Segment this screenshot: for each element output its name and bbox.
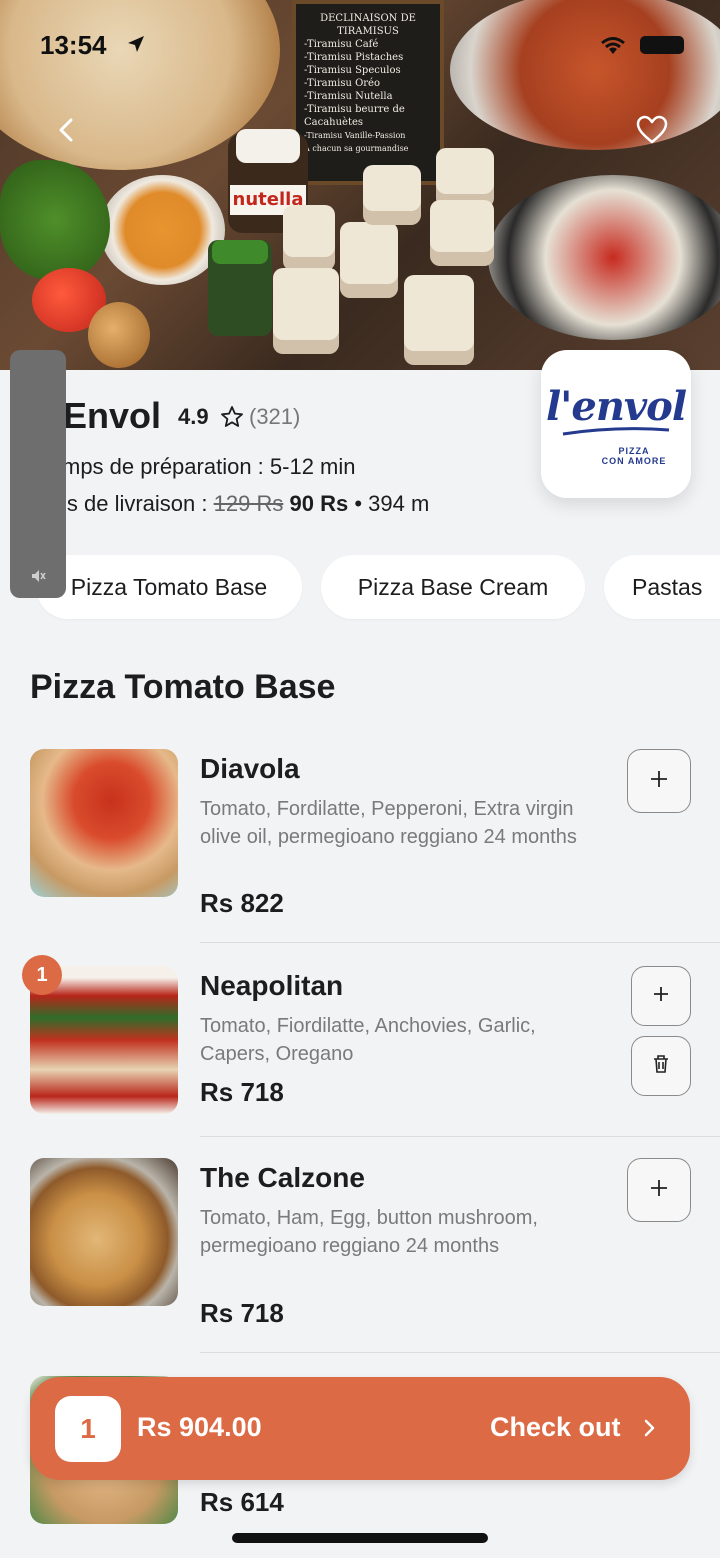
star-icon bbox=[220, 405, 244, 429]
tiramisu-cup-image bbox=[283, 205, 335, 271]
item-price: Rs 718 bbox=[200, 1077, 284, 1107]
trash-icon bbox=[652, 1054, 670, 1078]
wifi-icon bbox=[598, 36, 628, 56]
tab-pastas[interactable]: Pastas bbox=[604, 555, 720, 619]
checkout-label: Check out bbox=[490, 1412, 621, 1442]
plus-icon bbox=[649, 1178, 669, 1202]
section-title: Pizza Tomato Base bbox=[30, 668, 336, 706]
tiramisu-cup-image bbox=[340, 222, 398, 298]
item-price: Rs 822 bbox=[200, 888, 284, 918]
item-divider bbox=[200, 1352, 720, 1353]
heart-icon bbox=[636, 115, 668, 149]
restaurant-screen: DECLINAISON DE TIRAMISUS -Tiramisu Café … bbox=[0, 0, 720, 1558]
chalkboard-line: -Tiramisu beurre de bbox=[304, 104, 405, 115]
item-image bbox=[30, 1158, 178, 1306]
mute-icon bbox=[30, 568, 46, 584]
delivery-new-price: 90 Rs bbox=[289, 491, 349, 516]
delivery-label: is de livraison : bbox=[62, 491, 208, 516]
item-name: Diavola bbox=[200, 753, 300, 784]
soup-bowl-image bbox=[100, 175, 225, 285]
item-image bbox=[30, 749, 178, 897]
tiramisu-cup-image bbox=[273, 268, 339, 354]
item-divider bbox=[200, 1136, 720, 1137]
tiramisu-cup-image bbox=[436, 148, 494, 208]
basil-image bbox=[0, 160, 110, 280]
tab-pizza-tomato-base[interactable]: Pizza Tomato Base bbox=[36, 555, 302, 619]
chalkboard-line: -Tiramisu Vanille-Passion bbox=[304, 131, 406, 140]
restaurant-name: Envol bbox=[63, 395, 162, 436]
back-chevron-icon bbox=[57, 117, 75, 147]
item-description: Tomato, Fordilatte, Pepperoni, Extra vir… bbox=[200, 798, 577, 848]
chalkboard-line: -Tiramisu Nutella bbox=[304, 91, 393, 102]
jar-lid bbox=[236, 129, 300, 163]
battery-icon bbox=[640, 36, 684, 54]
favorite-button[interactable] bbox=[622, 102, 682, 162]
cart-total: Rs 904.00 bbox=[137, 1412, 262, 1442]
back-button[interactable] bbox=[36, 102, 96, 162]
tiramisu-cup-image bbox=[404, 275, 474, 365]
logo-script-text: l'envol bbox=[545, 382, 687, 430]
item-name: Neapolitan bbox=[200, 970, 344, 1001]
remove-item-button[interactable] bbox=[631, 1036, 691, 1096]
add-item-button[interactable] bbox=[631, 966, 691, 1026]
distance: • 394 m bbox=[354, 491, 430, 516]
chevron-right-icon bbox=[642, 1417, 658, 1439]
jar-lid bbox=[212, 240, 268, 264]
status-time: 13:54 bbox=[40, 30, 107, 60]
item-description: Tomato, Ham, Egg, button mushroom, perme… bbox=[200, 1207, 538, 1257]
chalkboard-line: DECLINAISON DE bbox=[320, 13, 416, 24]
plus-icon bbox=[652, 985, 670, 1007]
category-tabs: Pizza Tomato Base Pizza Base Cream Pasta… bbox=[0, 555, 720, 619]
add-item-button[interactable] bbox=[627, 749, 691, 813]
tiramisu-cup-image bbox=[430, 200, 494, 266]
logo-subtitle: PIZZA bbox=[618, 445, 650, 456]
jar-image bbox=[208, 240, 272, 336]
item-description: Tomato, Fiordilatte, Anchovies, Garlic, … bbox=[200, 1015, 536, 1065]
chalkboard-line: -Tiramisu Oréo bbox=[304, 78, 380, 89]
rating-count[interactable]: (321) bbox=[249, 404, 300, 430]
tab-pizza-base-cream[interactable]: Pizza Base Cream bbox=[321, 555, 585, 619]
add-item-button[interactable] bbox=[627, 1158, 691, 1222]
rating-value: 4.9 bbox=[178, 404, 209, 429]
onion-image bbox=[88, 302, 150, 368]
item-name: The Calzone bbox=[200, 1162, 365, 1193]
item-price: Rs 614 bbox=[200, 1487, 284, 1517]
chalkboard-line: Cacahuètes bbox=[304, 117, 364, 128]
caprese-plate-image bbox=[488, 175, 720, 340]
plus-icon bbox=[649, 769, 669, 793]
quantity-badge: 1 bbox=[22, 955, 62, 995]
tiramisu-cup-image bbox=[363, 165, 421, 225]
status-bar: 13:54 bbox=[0, 26, 720, 66]
restaurant-logo: l'envol PIZZA CON AMORE bbox=[541, 350, 691, 498]
chalkboard-line: À chacun sa gourmandise bbox=[304, 144, 409, 153]
item-divider bbox=[200, 942, 720, 943]
prep-time: mps de préparation : 5-12 min bbox=[62, 454, 356, 479]
logo-subtitle: CON AMORE bbox=[601, 455, 667, 466]
checkout-button[interactable]: 1 Rs 904.00 Check out bbox=[30, 1377, 690, 1480]
logo-swoosh bbox=[562, 426, 670, 435]
delivery-fee: is de livraison : 129 Rs 90 Rs • 394 m bbox=[62, 491, 429, 517]
home-indicator[interactable] bbox=[232, 1533, 488, 1543]
cart-count: 1 bbox=[55, 1396, 121, 1462]
delivery-old-price: 129 Rs bbox=[213, 491, 284, 516]
item-price: Rs 718 bbox=[200, 1298, 284, 1328]
volume-overlay bbox=[10, 350, 66, 598]
location-arrow-icon bbox=[126, 34, 146, 54]
